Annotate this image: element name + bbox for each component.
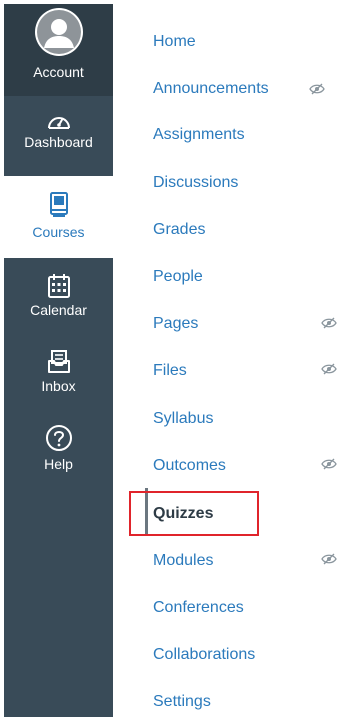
global-nav-courses-label: Courses — [32, 224, 85, 240]
help-question-icon — [45, 424, 73, 452]
global-nav-dashboard[interactable]: Dashboard — [4, 96, 113, 176]
global-nav-inbox-label: Inbox — [41, 378, 76, 394]
course-nav-settings[interactable]: Settings — [153, 692, 211, 712]
canvas-lms-navigation: Account Dashboard Courses Calendar Inbox… — [0, 0, 344, 717]
course-nav-outcomes[interactable]: Outcomes — [153, 456, 226, 476]
course-nav-conferences[interactable]: Conferences — [153, 598, 244, 618]
calendar-icon — [47, 274, 70, 298]
course-nav-syllabus[interactable]: Syllabus — [153, 409, 213, 429]
eye-slash-icon — [321, 317, 337, 329]
course-nav-assignments[interactable]: Assignments — [153, 125, 245, 145]
course-nav-pages[interactable]: Pages — [153, 314, 198, 334]
eye-slash-icon — [309, 83, 325, 95]
global-nav-account-label: Account — [33, 64, 84, 80]
global-nav-calendar-label: Calendar — [30, 302, 87, 318]
global-navigation: Account Dashboard Courses Calendar Inbox… — [4, 4, 113, 717]
course-nav-collaborations[interactable]: Collaborations — [153, 645, 255, 665]
inbox-icon — [47, 350, 70, 374]
dashboard-gauge-icon — [46, 110, 72, 132]
course-nav-discussions[interactable]: Discussions — [153, 173, 238, 193]
global-nav-help[interactable]: Help — [4, 418, 113, 498]
course-nav-home[interactable]: Home — [153, 32, 196, 52]
course-navigation: Home Announcements Assignments Discussio… — [113, 0, 344, 717]
global-nav-courses[interactable]: Courses — [4, 176, 113, 258]
global-nav-help-label: Help — [44, 456, 73, 472]
course-nav-announcements[interactable]: Announcements — [153, 79, 269, 99]
course-nav-files[interactable]: Files — [153, 361, 187, 381]
course-nav-grades[interactable]: Grades — [153, 220, 205, 240]
course-nav-modules[interactable]: Modules — [153, 551, 213, 571]
global-nav-dashboard-label: Dashboard — [24, 134, 93, 150]
courses-book-icon — [49, 192, 69, 218]
global-nav-calendar[interactable]: Calendar — [4, 258, 113, 338]
course-nav-people[interactable]: People — [153, 267, 203, 287]
eye-slash-icon — [321, 458, 337, 470]
eye-slash-icon — [321, 363, 337, 375]
global-nav-inbox[interactable]: Inbox — [4, 338, 113, 418]
eye-slash-icon — [321, 553, 337, 565]
avatar-icon — [34, 8, 83, 56]
global-nav-account[interactable]: Account — [4, 4, 113, 96]
quizzes-highlight-box — [129, 491, 259, 536]
